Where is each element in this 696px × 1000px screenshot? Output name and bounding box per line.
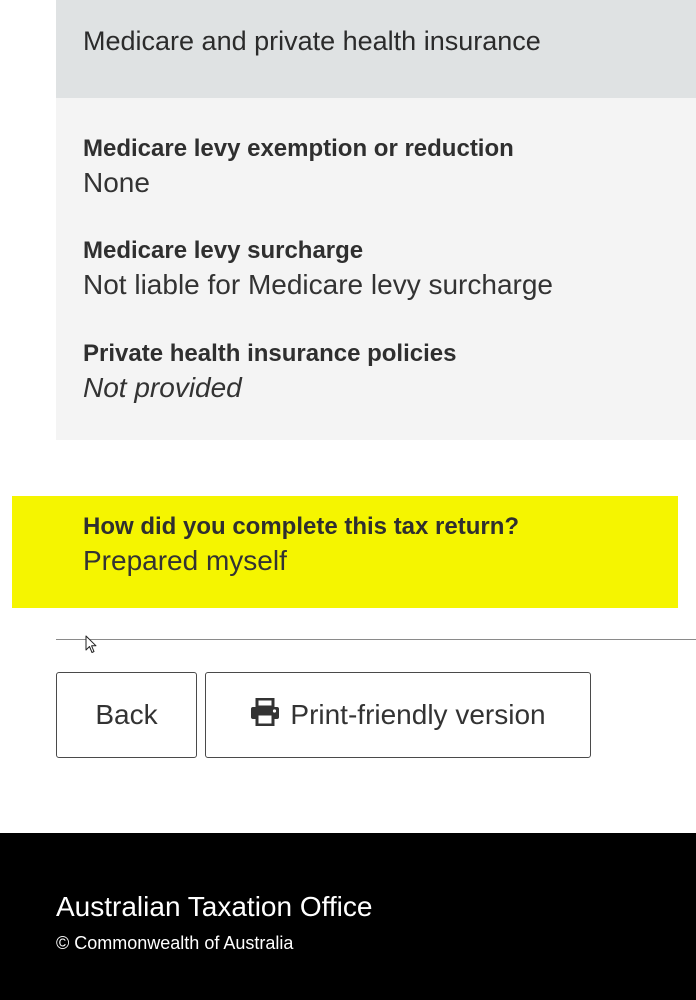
back-button[interactable]: Back [56, 672, 197, 758]
footer: Australian Taxation Office © Commonwealt… [0, 833, 696, 1000]
field-label: How did you complete this tax return? [83, 513, 520, 540]
section-body: Medicare levy exemption or reduction Non… [56, 98, 696, 440]
section-header: Medicare and private health insurance [56, 0, 696, 98]
field-private-health-insurance: Private health insurance policies Not pr… [83, 339, 456, 406]
field-medicare-levy-exemption: Medicare levy exemption or reduction Non… [83, 134, 514, 201]
completion-highlight: How did you complete this tax return? Pr… [12, 496, 678, 608]
field-label: Medicare levy exemption or reduction [83, 135, 514, 162]
footer-copyright: © Commonwealth of Australia [56, 933, 294, 953]
field-value: Not provided [83, 372, 242, 403]
field-medicare-levy-surcharge: Medicare levy surcharge Not liable for M… [83, 236, 553, 303]
field-value: Not liable for Medicare levy surcharge [83, 269, 553, 300]
print-friendly-button[interactable]: Print-friendly version [205, 672, 591, 758]
field-label: Private health insurance policies [83, 340, 457, 367]
divider [56, 639, 696, 640]
back-button-label: Back [95, 699, 158, 730]
section-title: Medicare and private health insurance [83, 26, 541, 56]
field-completion-method: How did you complete this tax return? Pr… [83, 512, 519, 579]
field-value: Prepared myself [83, 545, 287, 576]
footer-title: Australian Taxation Office [56, 891, 373, 922]
field-label: Medicare levy surcharge [83, 237, 364, 264]
field-value: None [83, 167, 150, 198]
mouse-cursor-icon [85, 635, 97, 660]
print-button-label: Print-friendly version [290, 699, 546, 730]
printer-icon [250, 697, 290, 733]
